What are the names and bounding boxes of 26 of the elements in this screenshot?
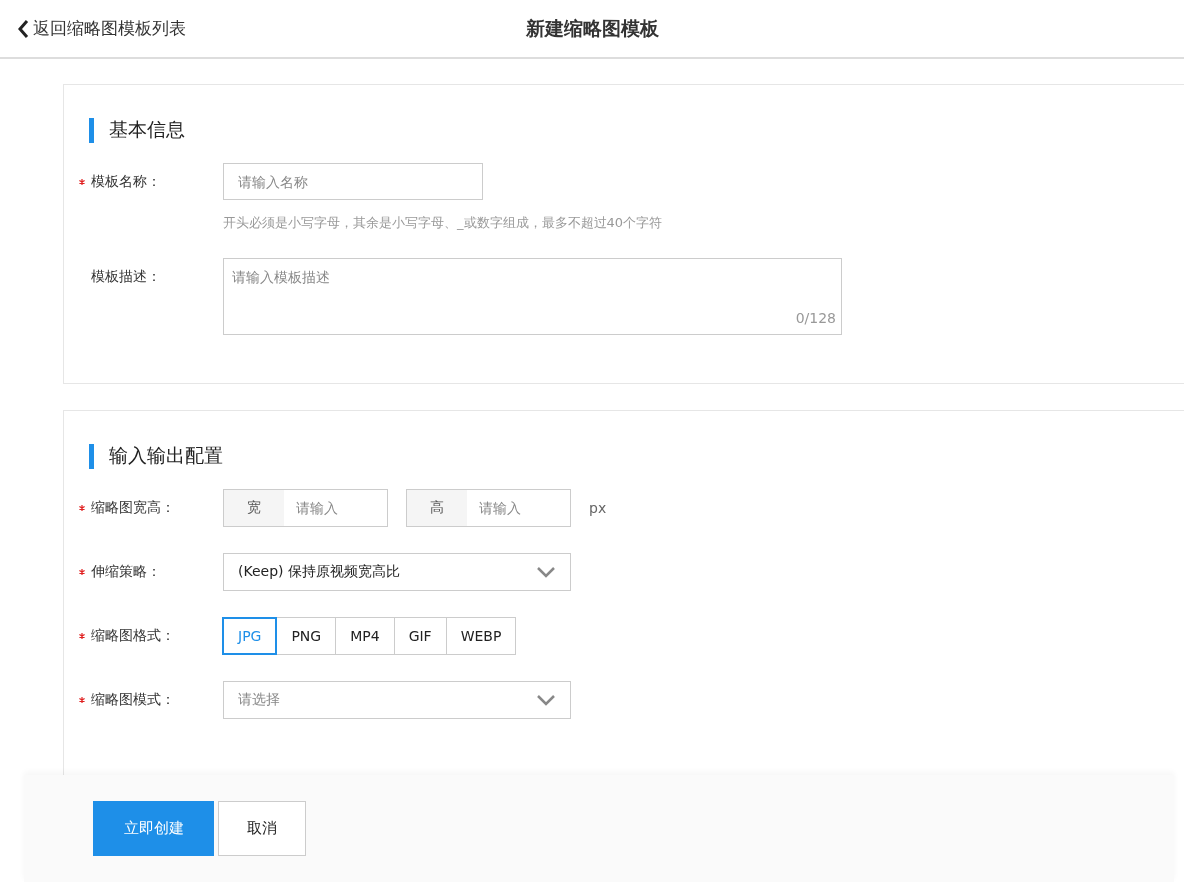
field-label: 缩略图格式： — [91, 626, 175, 645]
chevron-left-icon — [17, 18, 29, 39]
field-label: 模板名称： — [91, 172, 161, 191]
cancel-button[interactable]: 取消 — [218, 801, 306, 856]
page-title: 新建缩略图模板 — [524, 15, 660, 41]
select-dropdown[interactable]: (Keep) 保持原视频宽高比 — [223, 553, 571, 591]
format-option-button[interactable]: GIF — [393, 617, 447, 655]
format-option-button[interactable]: WEBP — [445, 617, 517, 655]
character-counter: 0/128 — [795, 310, 836, 326]
format-option-button[interactable]: PNG — [276, 617, 337, 655]
section-title: 基本信息 — [109, 117, 185, 142]
caret-down-icon — [536, 694, 556, 706]
caret-down-icon — [536, 566, 556, 578]
section-title: 输入输出配置 — [109, 443, 223, 468]
field-label: 伸缩策略： — [91, 562, 161, 581]
field-label: 缩略图模式： — [91, 690, 175, 709]
section-accent-bar — [89, 117, 94, 143]
unit-label: px — [589, 500, 607, 516]
field-label: 模板描述： — [91, 267, 161, 286]
select-dropdown[interactable]: 请选择 — [223, 681, 571, 719]
section-accent-bar — [89, 443, 94, 469]
format-option-button[interactable]: MP4 — [335, 617, 395, 655]
back-link[interactable]: 返回缩略图模板列表 — [17, 17, 186, 40]
field-label: 缩略图宽高： — [91, 498, 175, 517]
name-input-field[interactable]: 请输入名称 — [223, 163, 483, 200]
field-hint: 开头必须是小写字母，其余是小写字母、_或数字组成，最多不超过40个字符 — [223, 214, 663, 232]
